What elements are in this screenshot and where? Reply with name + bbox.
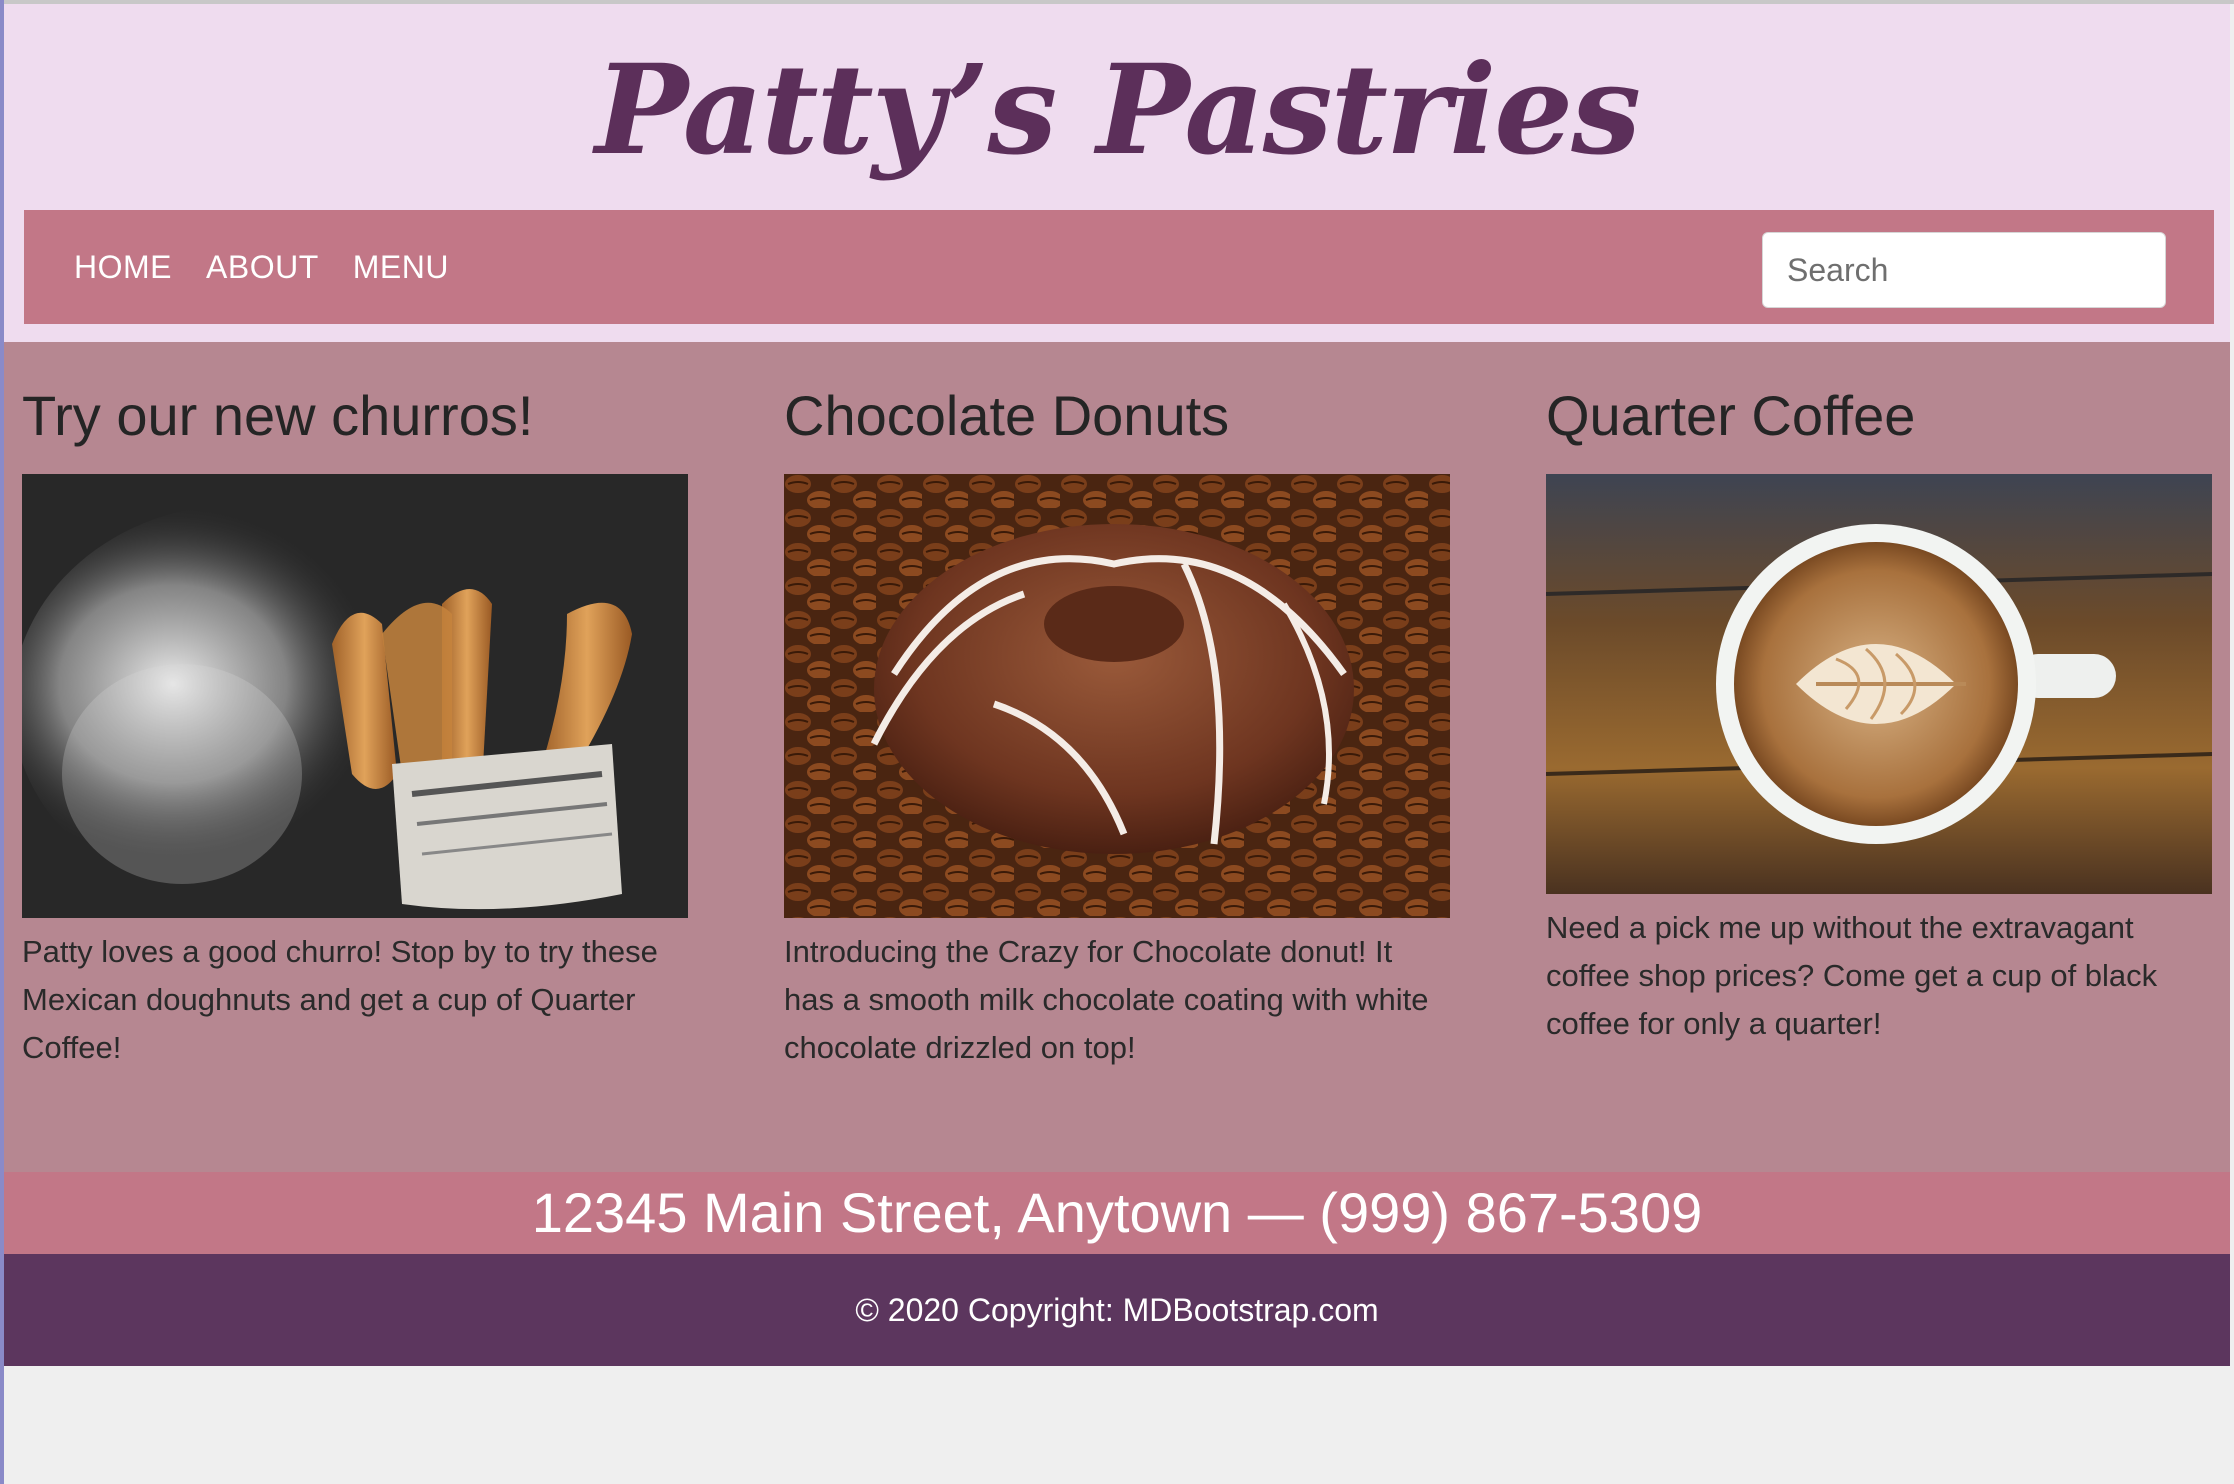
card-title: Quarter Coffee	[1546, 384, 1916, 447]
card-description: Need a pick me up without the extravagan…	[1546, 910, 2158, 1041]
nav-link-menu[interactable]: MENU	[353, 249, 449, 286]
address-bar: 12345 Main Street, Anytown — (999) 867-5…	[4, 1172, 2230, 1254]
nav-links: HOME ABOUT MENU	[74, 210, 449, 324]
chocolate-donut-photo	[784, 474, 1450, 918]
navbar: HOME ABOUT MENU	[24, 210, 2214, 324]
search-input[interactable]	[1762, 232, 2166, 308]
footer-copyright: © 2020 Copyright: MDBootstrap.com	[4, 1254, 2230, 1366]
card-description: Introducing the Crazy for Chocolate donu…	[784, 934, 1429, 1065]
card-description: Patty loves a good churro! Stop by to tr…	[22, 934, 658, 1065]
nav-link-about[interactable]: ABOUT	[206, 249, 319, 286]
card-quarter-coffee: Quarter Coffee Need a pick me up without…	[1546, 384, 2212, 1048]
nav-link-home[interactable]: HOME	[74, 249, 172, 286]
site-header: Patty’s Pastries HOME ABOUT MENU	[4, 4, 2230, 342]
card-churros: Try our new churros! Patty loves a good …	[22, 384, 688, 1072]
latte-photo	[1546, 474, 2212, 894]
page: Patty’s Pastries HOME ABOUT MENU Try our…	[4, 4, 2230, 1366]
card-title: Try our new churros!	[22, 384, 534, 447]
featured-items: Try our new churros! Patty loves a good …	[22, 384, 2218, 1144]
site-title: Patty’s Pastries	[594, 38, 1641, 183]
card-chocolate-donuts: Chocolate Donuts Introducing the Crazy f…	[784, 384, 1450, 1072]
churros-photo	[22, 474, 688, 918]
card-title: Chocolate Donuts	[784, 384, 1230, 447]
